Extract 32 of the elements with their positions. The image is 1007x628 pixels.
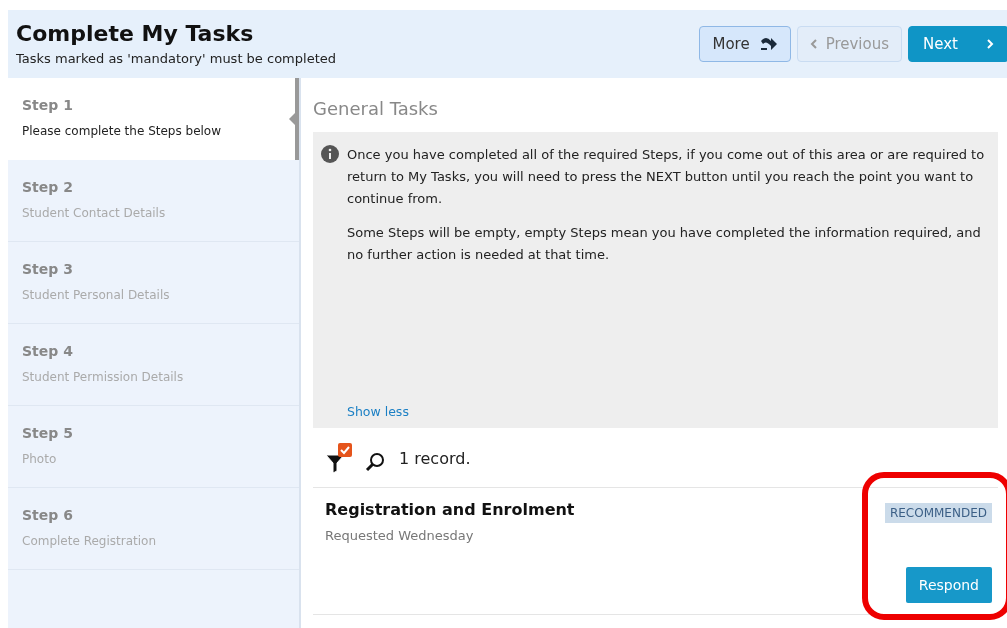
step-label: Step 2: [22, 178, 74, 197]
info-text: Once you have completed all of the required Steps, if you come out of this area or are required to return to My Tasks, you will need to press the NEXT button until you reach the point you want to continue from.: [347, 146, 986, 208]
next-button[interactable]: Next: [908, 26, 1007, 62]
step-label: Step 6: [22, 506, 74, 525]
search-icon[interactable]: [365, 451, 385, 472]
page-subtitle: Tasks marked as 'mandatory' must be completed: [16, 50, 336, 68]
step-label: Step 4: [22, 342, 74, 361]
step-item[interactable]: Step 1 Please complete the Steps below: [8, 78, 299, 160]
step-description: Complete Registration: [22, 533, 157, 550]
show-less-link[interactable]: Show less: [347, 403, 409, 422]
respond-button[interactable]: Respond: [905, 567, 992, 603]
step-description: Student Contact Details: [22, 205, 167, 222]
step-description: Student Permission Details: [22, 369, 185, 386]
step-label: Step 5: [22, 424, 74, 443]
step-description: Photo: [22, 451, 58, 468]
step-label: Step 1: [22, 96, 74, 115]
chevron-left-icon: [809, 39, 818, 49]
page-title: Complete My Tasks: [16, 20, 255, 48]
more-button[interactable]: More: [699, 26, 791, 62]
record-count: 1 record.: [399, 447, 471, 470]
section-title: General Tasks: [313, 97, 439, 121]
record-subtitle: Requested Wednesday: [325, 527, 475, 545]
recommended-badge: RECOMMENDED: [884, 503, 992, 523]
step-description: Please complete the Steps below: [22, 123, 222, 140]
chevron-right-icon: [986, 39, 994, 49]
filter-button[interactable]: [325, 442, 351, 473]
info-text: Some Steps will be empty, empty Steps mean you have completed the information required, and no further action is needed at that time.: [347, 224, 982, 264]
step-description: Student Personal Details: [22, 287, 171, 304]
info-icon: [321, 145, 339, 163]
filter-icon: [325, 452, 345, 473]
record-title: Registration and Enrolment: [325, 499, 575, 521]
step-label: Step 3: [22, 260, 74, 279]
